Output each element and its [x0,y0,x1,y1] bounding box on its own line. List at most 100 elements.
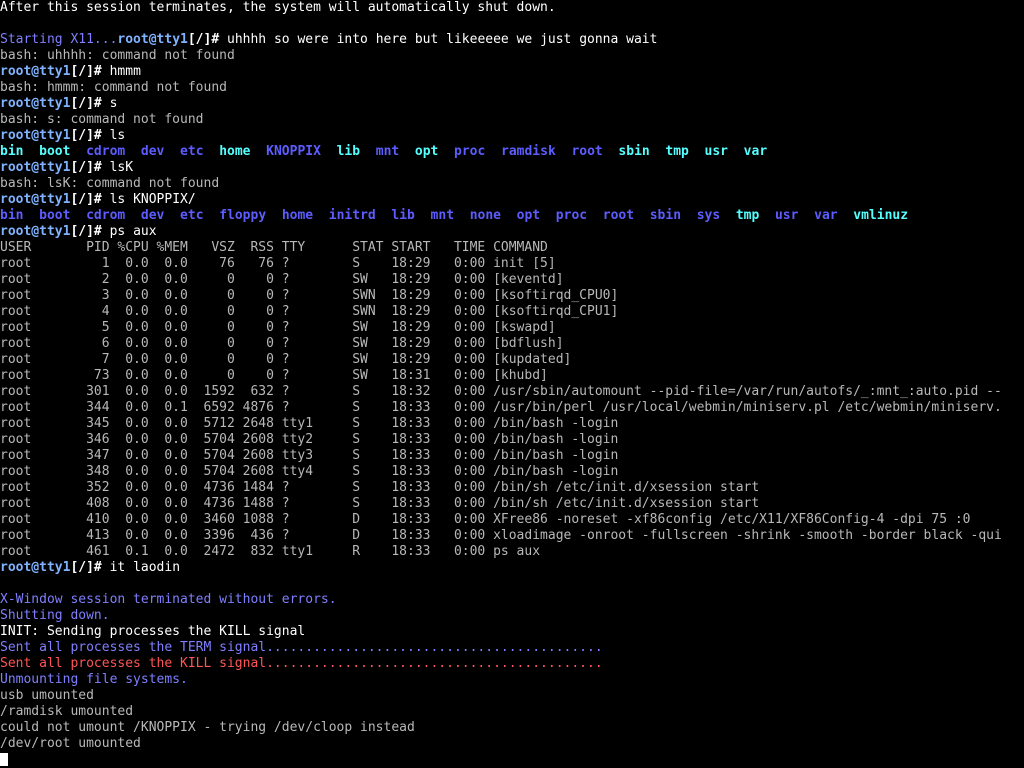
terminal-line: /dev/root umounted [0,736,1024,752]
terminal-line: root 301 0.0 0.0 1592 632 ? S 18:32 0:00… [0,384,1024,400]
terminal-line: root@tty1[/]# ls [0,128,1024,144]
terminal-text: root 348 0.0 0.0 5704 2608 tty4 S 18:33 … [0,464,619,479]
terminal-text: bin [0,144,24,159]
terminal-text: root 352 0.0 0.0 4736 1484 ? S 18:33 0:0… [0,480,760,495]
terminal-line: usb umounted [0,688,1024,704]
terminal-text: [/]# [70,160,102,175]
terminal-text: ls [101,128,126,143]
terminal-text: root 345 0.0 0.0 5712 2648 tty1 S 18:33 … [0,416,619,431]
terminal-line: root 4 0.0 0.0 0 0 ? SWN 18:29 0:00 [kso… [0,304,1024,320]
terminal-text: dev [140,144,165,159]
terminal-text: root@tty1 [0,560,71,575]
terminal-text: bash: s: command not found [0,112,204,127]
terminal-line: root 413 0.0 0.0 3396 436 ? D 18:33 0:00… [0,528,1024,544]
terminal-text: tmp [735,208,760,223]
terminal-text: sbin [618,144,650,159]
terminal-text: mnt [375,144,400,159]
terminal-line: root 73 0.0 0.0 0 0 ? SW 18:31 0:00 [khu… [0,368,1024,384]
terminal-text: etc [180,144,204,159]
terminal-text: [/]# [70,96,102,111]
terminal-line: could not umount /KNOPPIX - trying /dev/… [0,720,1024,736]
terminal-text: root@tty1 [0,128,71,143]
terminal-text: root 7 0.0 0.0 0 0 ? SW 18:29 0:00 [kupd… [0,352,572,367]
terminal-text: KNOPPIX [266,144,321,159]
terminal-line: X-Window session terminated without erro… [0,592,1024,608]
cursor-line [0,752,1024,768]
terminal-text: /dev/root umounted [0,736,141,751]
terminal-text: root 347 0.0 0.0 5704 2608 tty3 S 18:33 … [0,448,619,463]
terminal-line: Sent all processes the KILL signal......… [0,656,1024,672]
terminal-text: root [602,208,635,223]
terminal-text: ps aux [101,224,157,239]
terminal-text: root 6 0.0 0.0 0 0 ? SW 18:29 0:00 [bdfl… [0,336,564,351]
terminal-text: [/]# [70,560,102,575]
terminal-text: proc [454,144,486,159]
terminal-text: root 73 0.0 0.0 0 0 ? SW 18:31 0:00 [khu… [0,368,548,383]
terminal-line: root@tty1[/]# s [0,96,1024,112]
terminal-text: root@tty1 [0,224,71,239]
terminal-line: bin boot cdrom dev etc home KNOPPIX lib … [0,144,1024,160]
terminal-text: boot [39,208,71,223]
terminal-text: root 408 0.0 0.0 4736 1488 ? S 18:33 0:0… [0,496,760,511]
terminal-line: root 352 0.0 0.0 4736 1484 ? S 18:33 0:0… [0,480,1024,496]
terminal-line: root 344 0.0 0.1 6592 4876 ? S 18:33 0:0… [0,400,1024,416]
terminal-line: root 461 0.1 0.0 2472 832 tty1 R 18:33 0… [0,544,1024,560]
terminal-line: root 3 0.0 0.0 0 0 ? SWN 18:29 0:00 [kso… [0,288,1024,304]
terminal-text: root 346 0.0 0.0 5704 2608 tty2 S 18:33 … [0,432,619,447]
terminal-text: var [743,144,768,159]
terminal-text: it laodin [101,560,181,575]
terminal-text: root@tty1 [0,96,71,111]
terminal-line: Shutting down. [0,608,1024,624]
terminal-text: root@tty1 [117,32,188,47]
terminal-text: Unmounting file systems. [0,672,188,687]
terminal-text: [/]# [70,192,102,207]
terminal-line: bash: hmmm: command not found [0,80,1024,96]
terminal-text: root 413 0.0 0.0 3396 436 ? D 18:33 0:00… [0,528,1002,543]
terminal-line: root 2 0.0 0.0 0 0 ? SW 18:29 0:00 [keve… [0,272,1024,288]
terminal-text: bin [0,208,24,223]
terminal-screen[interactable]: After this session terminates, the syste… [0,0,1024,768]
terminal-line: Starting X11...root@tty1[/]# uhhhh so we… [0,32,1024,48]
terminal-text: root 5 0.0 0.0 0 0 ? SW 18:29 0:00 [kswa… [0,320,556,335]
terminal-text: root [571,144,603,159]
terminal-text: Shutting down. [0,608,110,623]
terminal-text: usb umounted [0,688,94,703]
terminal-line: root@tty1[/]# lsK [0,160,1024,176]
terminal-text: home [219,144,251,159]
terminal-text: floppy [219,208,267,223]
terminal-line: root 345 0.0 0.0 5712 2648 tty1 S 18:33 … [0,416,1024,432]
terminal-text: [/]# [70,128,102,143]
terminal-text: [/]# [187,32,220,47]
terminal-text: [/]# [70,224,102,239]
terminal-text: initrd [328,208,376,223]
terminal-text: root 344 0.0 0.1 6592 4876 ? S 18:33 0:0… [0,400,1002,415]
terminal-text: After this session terminates, the syste… [0,0,556,15]
terminal-text: ramdisk [501,144,556,159]
terminal-text: lsK [101,160,134,175]
terminal-line: INIT: Sending processes the KILL signal [0,624,1024,640]
terminal-text: boot [39,144,71,159]
terminal-line: bash: lsK: command not found [0,176,1024,192]
terminal-text: var [814,208,838,223]
terminal-line: root 348 0.0 0.0 5704 2608 tty4 S 18:33 … [0,464,1024,480]
terminal-text: opt [414,144,439,159]
